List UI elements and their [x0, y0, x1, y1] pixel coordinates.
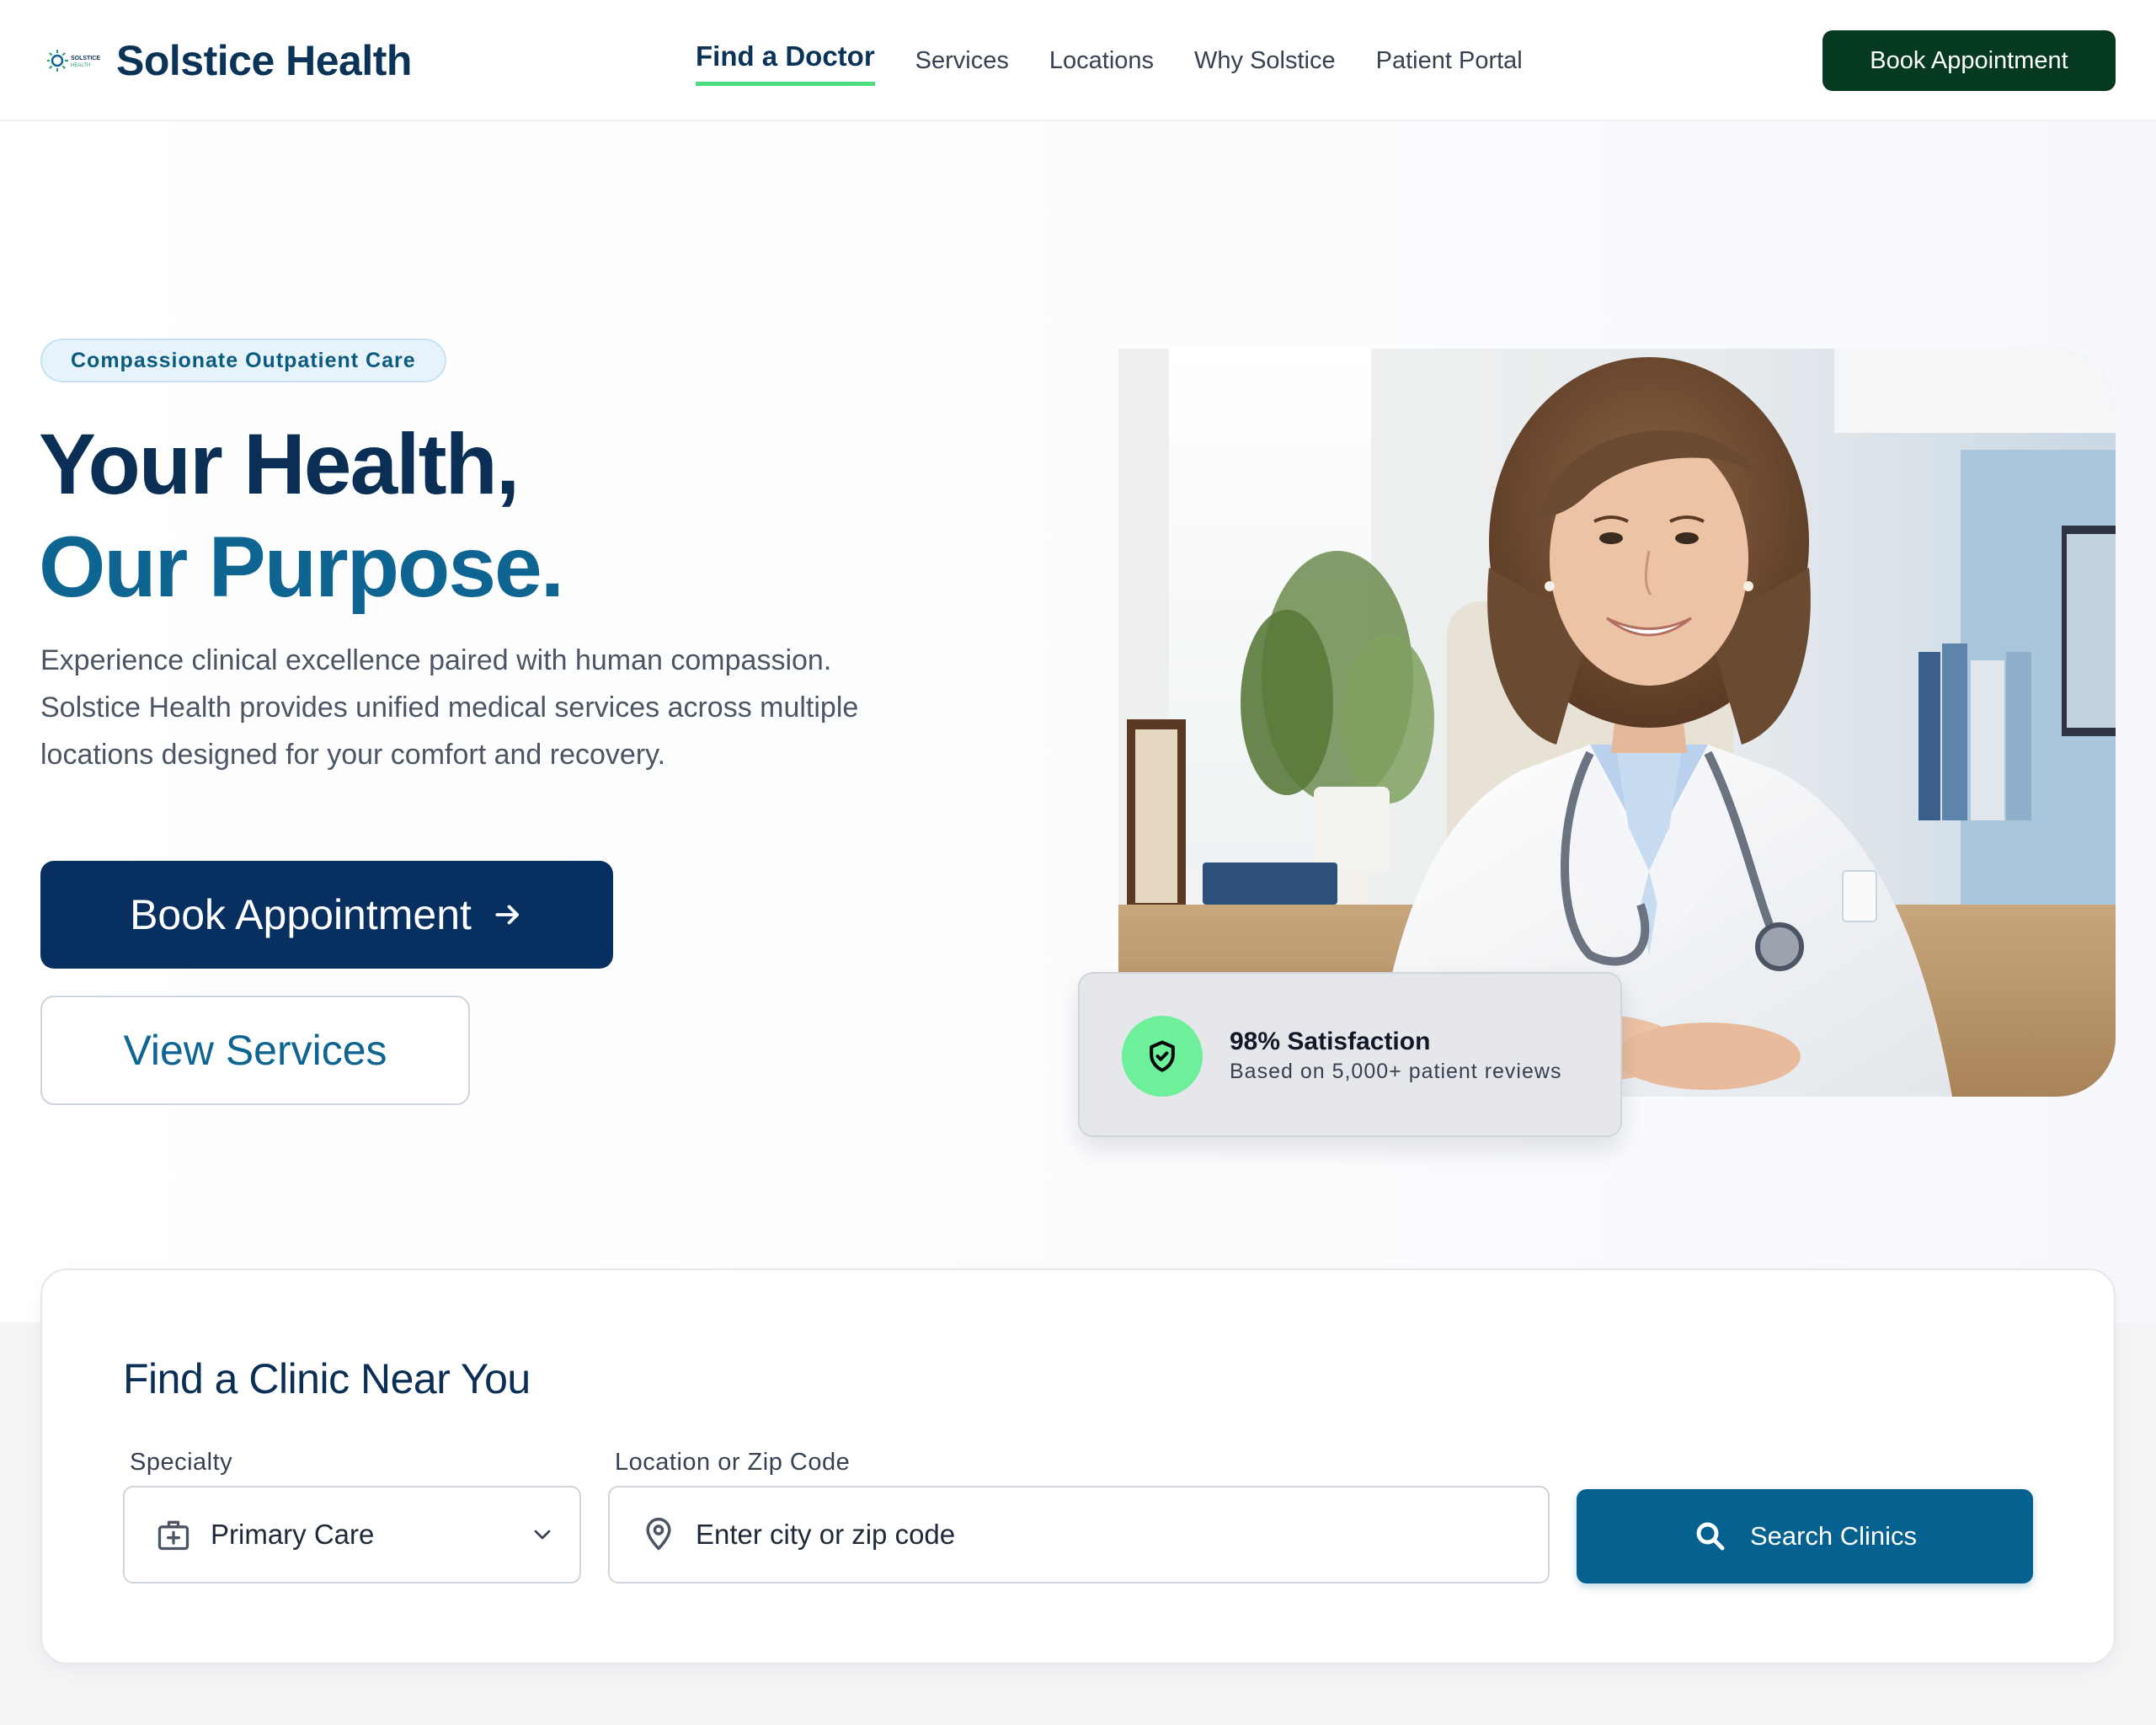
main-nav: Find a Doctor Services Locations Why Sol… [696, 30, 1563, 89]
hero-badge: Compassionate Outpatient Care [40, 339, 446, 382]
brand-name: Solstice Health [116, 37, 412, 84]
solstice-logo-icon: SOLSTICE HEALTH [47, 44, 101, 77]
location-input[interactable]: Enter city or zip code [608, 1486, 1550, 1583]
search-clinics-label: Search Clinics [1749, 1521, 1918, 1551]
logo-text-bottom: HEALTH [71, 63, 90, 68]
satisfaction-card: 98% Satisfaction Based on 5,000+ patient… [1078, 972, 1622, 1137]
nav-item-why-solstice[interactable]: Why Solstice [1194, 30, 1336, 89]
hero-book-appointment-label: Book Appointment [130, 891, 472, 938]
specialty-label: Specialty [130, 1449, 233, 1476]
specialty-select[interactable]: Primary Care [123, 1486, 581, 1583]
hero-title-line2: Our Purpose. [39, 519, 564, 615]
clinic-finder-card: Find a Clinic Near You Specialty Primary… [40, 1268, 2116, 1664]
hero-title: Your Health, Our Purpose. [39, 413, 564, 618]
hero-description: Experience clinical excellence paired wi… [40, 644, 859, 771]
satisfaction-title: 98% Satisfaction [1230, 1028, 1431, 1055]
medical-bag-icon [153, 1514, 194, 1555]
nav-item-services[interactable]: Services [915, 30, 1009, 89]
map-pin-icon [638, 1514, 679, 1555]
chevron-down-icon [529, 1521, 556, 1552]
shield-check-icon [1122, 1016, 1203, 1097]
location-placeholder: Enter city or zip code [696, 1519, 956, 1550]
logo-text-top: SOLSTICE [71, 56, 100, 61]
search-clinics-button[interactable]: Search Clinics [1577, 1489, 2033, 1583]
hero-book-appointment-button[interactable]: Book Appointment [40, 861, 613, 969]
hero-title-line1: Your Health, [39, 416, 520, 512]
nav-item-find-a-doctor[interactable]: Find a Doctor [696, 30, 875, 86]
search-icon [1693, 1519, 1728, 1554]
nav-item-locations[interactable]: Locations [1049, 30, 1154, 89]
site-header: SOLSTICE HEALTH Solstice Health Find a D… [0, 0, 2156, 121]
header-book-appointment-button[interactable]: Book Appointment [1822, 30, 2116, 91]
specialty-value: Primary Care [211, 1519, 375, 1550]
view-services-button[interactable]: View Services [40, 996, 470, 1105]
arrow-right-icon [492, 899, 524, 931]
nav-item-patient-portal[interactable]: Patient Portal [1376, 30, 1523, 89]
location-label: Location or Zip Code [615, 1449, 851, 1476]
brand[interactable]: SOLSTICE HEALTH Solstice Health [47, 34, 412, 88]
satisfaction-subtitle: Based on 5,000+ patient reviews [1230, 1060, 1562, 1083]
clinic-finder-title: Find a Clinic Near You [123, 1355, 531, 1402]
